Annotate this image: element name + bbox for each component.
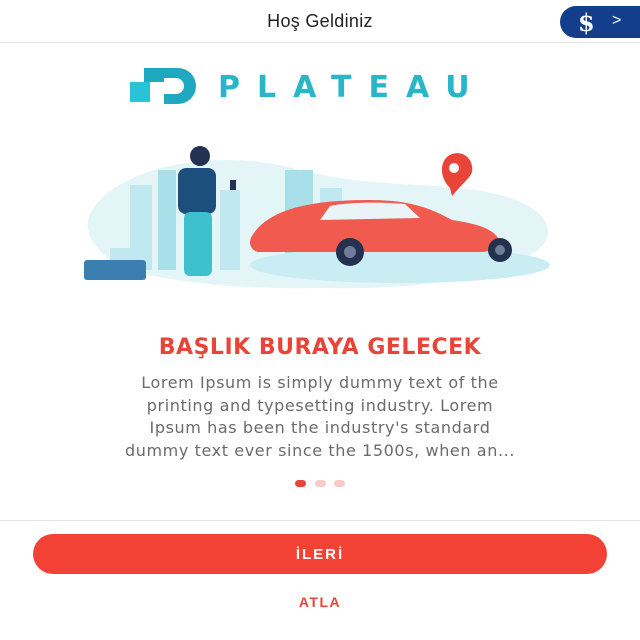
chevron-right-icon: >: [612, 12, 622, 29]
slide-description: Lorem Ipsum is simply dummy text of the …: [44, 372, 596, 462]
plateau-mark-icon: [130, 68, 196, 104]
skip-link[interactable]: ATLA: [0, 594, 640, 610]
page-dot[interactable]: [333, 480, 345, 487]
app-header: Hoş Geldiniz $ >: [0, 0, 640, 43]
description-line: printing and typesetting industry. Lorem: [146, 395, 494, 415]
bank-shortcut-button[interactable]: $ >: [560, 6, 640, 38]
car-sharing-illustration: [84, 146, 550, 289]
page-dot[interactable]: [314, 480, 326, 487]
page-title: Hoş Geldiniz: [267, 11, 373, 31]
description-line: Ipsum has been the industry's standard: [149, 418, 491, 437]
next-button[interactable]: İLERİ: [33, 534, 607, 574]
page-indicator: [0, 474, 640, 487]
plateau-logo: PLATEAU: [130, 68, 510, 108]
footer-divider: [0, 520, 640, 521]
description-line: dummy text ever since the 1500s, when an…: [124, 440, 516, 460]
plateau-wordmark: PLATEAU: [218, 70, 487, 105]
description-line: Lorem Ipsum is simply dummy text of the: [141, 373, 499, 392]
page-dot[interactable]: [295, 480, 307, 487]
bank-logo-icon: $: [578, 8, 595, 37]
slide-title: BAŞLIK BURAYA GELECEK: [158, 335, 482, 360]
